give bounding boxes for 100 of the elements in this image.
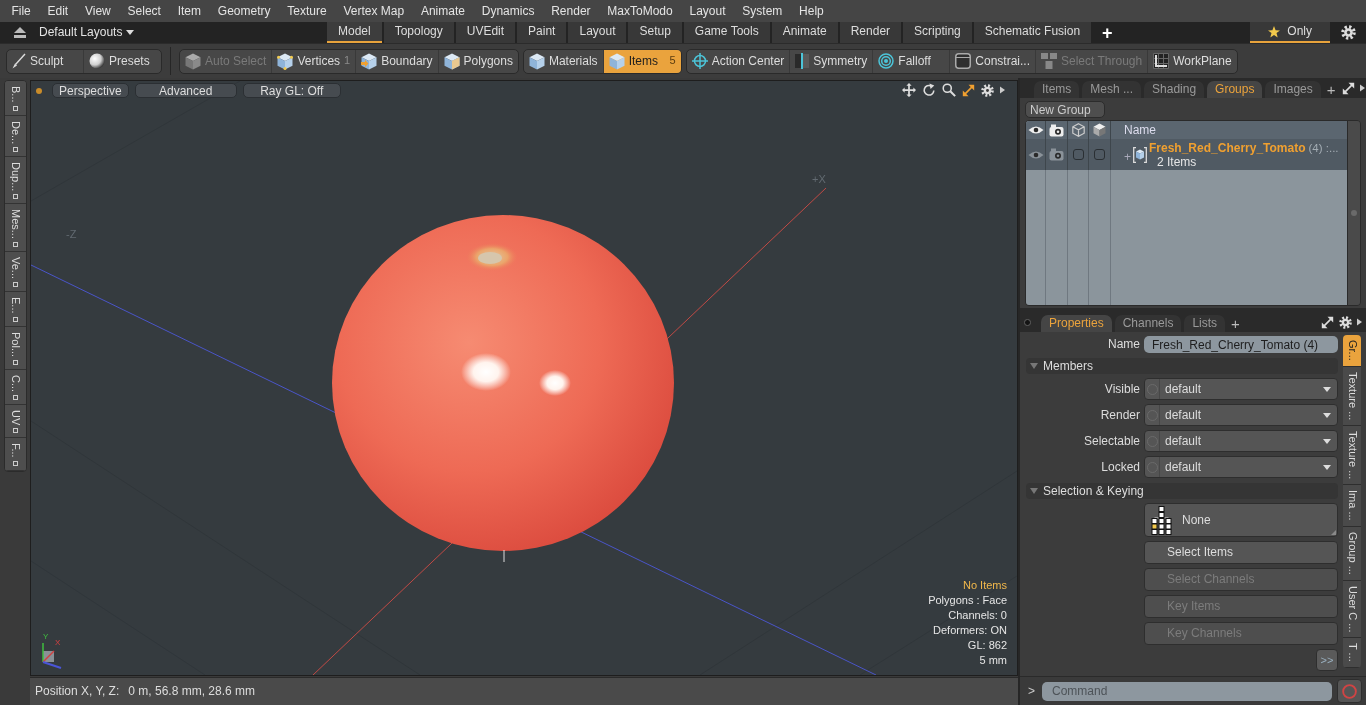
section-header[interactable]: Selection & Keying [1026, 483, 1338, 499]
menu-item[interactable]: Select [119, 3, 170, 19]
tool-button[interactable]: WorkPlane [1148, 49, 1237, 73]
layout-tab[interactable]: Game Tools [683, 22, 770, 43]
side-tab[interactable]: F... [5, 438, 26, 471]
side-tab[interactable]: C... [5, 369, 26, 405]
dropdown[interactable]: default [1144, 378, 1338, 400]
side-tab[interactable]: User C ... [1343, 580, 1361, 639]
resize-grip-icon[interactable] [1331, 530, 1336, 535]
tool-button[interactable]: Vertices 1 [272, 49, 357, 73]
panel-tab[interactable]: Channels [1114, 315, 1182, 332]
menu-item[interactable]: Dynamics [473, 3, 543, 19]
caret-right-icon[interactable] [1357, 318, 1362, 326]
expand-icon[interactable] [962, 83, 975, 97]
name-field[interactable]: Fresh_Red_Cherry_Tomato (4) [1144, 336, 1338, 353]
menu-item[interactable]: Help [790, 3, 833, 19]
menu-item[interactable]: Geometry [209, 3, 279, 19]
layout-dropdown[interactable]: Default Layouts [39, 25, 135, 40]
layout-tab[interactable]: Scripting [903, 22, 972, 43]
menu-item[interactable]: Texture [278, 3, 336, 19]
layout-tab[interactable]: Layout [568, 22, 627, 43]
tool-button[interactable]: Action Center [686, 49, 791, 73]
command-field[interactable]: Command [1042, 681, 1332, 701]
viewport-button[interactable]: Ray GL: Off [242, 83, 341, 98]
checkbox[interactable] [1094, 149, 1105, 160]
eject-icon[interactable] [13, 27, 26, 38]
menu-item[interactable]: Item [169, 3, 210, 19]
menu-item[interactable]: File [3, 3, 40, 19]
new-group-button[interactable]: New Group [1025, 101, 1105, 118]
group-row[interactable]: + Fresh_Red_Cherry_Tomato (4) :... 2 Items [1026, 139, 1347, 170]
side-tab[interactable]: Texture ... [1343, 366, 1361, 427]
side-tab[interactable]: Gr... [1343, 335, 1361, 367]
menu-item[interactable]: Vertex Map [335, 3, 413, 19]
expand-icon[interactable] [1341, 81, 1355, 95]
side-tab[interactable]: De... [5, 115, 26, 157]
preset-button[interactable]: None [1144, 503, 1338, 537]
tool-button[interactable]: Presets [84, 49, 161, 73]
tool-button[interactable]: Items 5 [603, 49, 681, 73]
side-tab[interactable]: T ... [1343, 638, 1361, 668]
side-tab[interactable]: Dup... [5, 156, 26, 205]
side-tab[interactable]: Mes... [5, 204, 26, 253]
viewport-button[interactable]: Advanced [134, 83, 237, 98]
tool-button[interactable]: Falloff [873, 49, 951, 73]
move-icon[interactable] [902, 83, 916, 97]
layout-tab[interactable]: UVEdit [455, 22, 516, 43]
tool-button[interactable]: Constrai... [950, 49, 1036, 73]
menu-item[interactable]: Render [542, 3, 599, 19]
menu-item[interactable]: View [76, 3, 120, 19]
add-tab-button[interactable]: + [1093, 22, 1122, 43]
scrollbar[interactable] [1347, 121, 1360, 305]
only-toggle[interactable]: Only [1250, 22, 1330, 43]
caret-right-icon[interactable] [1000, 86, 1005, 94]
layout-tab[interactable]: Render [839, 22, 902, 43]
settings-icon[interactable] [1340, 25, 1356, 40]
panel-tab[interactable]: Properties [1041, 315, 1112, 332]
settings-icon[interactable] [981, 83, 994, 97]
panel-tab[interactable]: Shading [1144, 81, 1205, 98]
side-tab[interactable]: B... [5, 81, 26, 116]
rotate-icon[interactable] [922, 83, 936, 97]
side-tab[interactable]: Texture ... [1343, 426, 1361, 486]
menu-item[interactable]: Animate [412, 3, 474, 19]
tool-button[interactable]: Symmetry [790, 49, 874, 73]
layout-tab[interactable]: Animate [771, 22, 838, 43]
tool-button[interactable]: Polygons [438, 49, 518, 73]
tool-button[interactable]: Boundary [356, 49, 439, 73]
side-tab[interactable]: UV [5, 404, 26, 439]
add-tab-button[interactable]: + [1323, 80, 1339, 98]
checkbox[interactable] [1072, 149, 1084, 160]
add-tab-button[interactable]: + [1228, 314, 1243, 332]
panel-tab[interactable]: Items [1034, 81, 1080, 98]
collapse-triangle-icon[interactable] [1030, 363, 1038, 369]
panel-tab[interactable]: Images [1265, 81, 1321, 98]
dropdown[interactable]: default [1144, 404, 1338, 426]
collapse-triangle-icon[interactable] [1030, 488, 1038, 494]
search-icon[interactable] [942, 83, 956, 97]
menu-item[interactable]: MaxToModo [598, 3, 682, 19]
tool-button[interactable]: Materials [523, 49, 604, 73]
expand-icon[interactable] [1321, 315, 1334, 329]
menu-item[interactable]: Layout [681, 3, 734, 19]
side-tab[interactable]: Ve... [5, 252, 26, 293]
side-tab[interactable]: Pol... [5, 326, 26, 370]
side-tab[interactable]: Ima ... [1343, 485, 1361, 527]
layout-tab[interactable]: Setup [628, 22, 682, 43]
panel-tab[interactable]: Lists [1184, 315, 1226, 332]
section-header[interactable]: Members [1026, 358, 1338, 374]
panel-tab[interactable]: Mesh ... [1082, 81, 1142, 98]
panel-tab[interactable]: Groups [1207, 81, 1263, 98]
side-tab[interactable]: E... [5, 292, 26, 327]
viewport-button[interactable]: Perspective [52, 83, 129, 98]
action-button[interactable]: Select Items [1144, 541, 1338, 564]
layout-tab[interactable]: Model [327, 22, 382, 43]
side-tab[interactable]: Group ... [1343, 526, 1361, 581]
settings-icon[interactable] [1339, 315, 1352, 329]
dropdown[interactable]: default [1144, 430, 1338, 452]
layout-tab[interactable]: Schematic Fusion [973, 22, 1092, 43]
layout-tab[interactable]: Paint [517, 22, 567, 43]
record-button[interactable] [1337, 679, 1362, 703]
layout-tab[interactable]: Topology [383, 22, 454, 43]
caret-right-icon[interactable] [1359, 84, 1365, 92]
menu-item[interactable]: System [733, 3, 791, 19]
